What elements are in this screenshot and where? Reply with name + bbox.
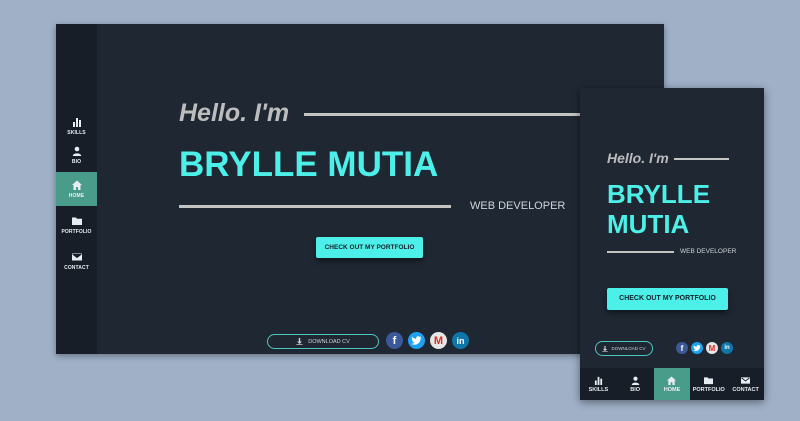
bird-icon: [411, 336, 422, 345]
greeting: Hello. I'm: [607, 150, 669, 166]
bottom-nav-item-skills[interactable]: SKILLS: [580, 368, 617, 400]
home-icon: [667, 375, 677, 385]
role-title: WEB DEVELOPER: [680, 248, 737, 255]
download-cv-label: DOWNLOAD CV: [308, 338, 350, 345]
mobile-preview: Hello. I'm BRYLLE MUTIA WEB DEVELOPER CH…: [580, 88, 764, 400]
bird-icon: [693, 344, 701, 352]
portfolio-button[interactable]: CHECK OUT MY PORTFOLIO: [607, 288, 728, 310]
bottom-nav-item-portfolio[interactable]: PORTFOLIO: [690, 368, 727, 400]
role-divider: [607, 251, 674, 253]
sidebar-item-label: PORTFOLIO: [61, 228, 92, 235]
person-icon: [72, 146, 81, 156]
greeting: Hello. I'm: [179, 99, 290, 127]
mail-icon: [741, 376, 751, 384]
person-icon: [631, 376, 639, 385]
bottom-nav-item-contact[interactable]: CONTACT: [727, 368, 764, 400]
sidebar-item-label: HOME: [68, 192, 85, 199]
home-icon: [71, 180, 82, 190]
hero-name: BRYLLE MUTIA: [179, 145, 439, 184]
linkedin-icon[interactable]: in: [721, 342, 733, 354]
twitter-icon[interactable]: [691, 342, 703, 354]
sidebar-item-label: CONTACT: [64, 264, 89, 271]
bar-chart-icon: [594, 376, 602, 385]
sidebar-item-contact[interactable]: CONTACT: [56, 244, 97, 278]
mail-icon: [71, 253, 82, 260]
gmail-icon[interactable]: M: [430, 332, 447, 349]
sidebar: SKILLS BIO HOME PORTFOLIO CONTACT: [56, 24, 97, 354]
hero-name-line: BRYLLE: [607, 179, 711, 209]
gmail-icon[interactable]: M: [706, 342, 718, 354]
sidebar-item-label: BIO: [71, 158, 82, 165]
bottom-nav-item-home[interactable]: HOME: [653, 368, 691, 400]
twitter-icon[interactable]: [408, 332, 425, 349]
bottom-nav-label: SKILLS: [588, 386, 609, 393]
download-cv-button[interactable]: DOWNLOAD CV: [267, 334, 379, 349]
bottom-nav-label: BIO: [630, 386, 641, 393]
folder-icon: [704, 376, 714, 384]
portfolio-button[interactable]: CHECK OUT MY PORTFOLIO: [316, 237, 423, 258]
sidebar-item-label: SKILLS: [67, 129, 86, 136]
desktop-preview: SKILLS BIO HOME PORTFOLIO CONTACT Hello.…: [56, 24, 664, 354]
bottom-nav-label: PORTFOLIO: [692, 386, 725, 393]
greeting-divider: [674, 158, 729, 160]
download-cv-label: DOWNLOAD CV: [611, 346, 646, 351]
bar-chart-icon: [72, 117, 81, 127]
facebook-icon[interactable]: f: [386, 332, 403, 349]
role-divider: [179, 205, 451, 208]
bottom-nav-label: HOME: [663, 386, 681, 393]
download-icon: [296, 338, 303, 345]
bottom-nav-item-bio[interactable]: BIO: [617, 368, 654, 400]
folder-icon: [71, 217, 82, 225]
linkedin-icon[interactable]: in: [452, 332, 469, 349]
sidebar-item-portfolio[interactable]: PORTFOLIO: [56, 208, 97, 242]
sidebar-item-bio[interactable]: BIO: [56, 138, 97, 172]
download-icon: [602, 345, 609, 352]
sidebar-item-home[interactable]: HOME: [56, 172, 97, 206]
hero-name: BRYLLE MUTIA: [607, 179, 710, 239]
bottom-nav: SKILLS BIO HOME PORTFOLIO CONTACT: [580, 368, 764, 400]
facebook-icon[interactable]: f: [676, 342, 688, 354]
role-title: WEB DEVELOPER: [470, 200, 566, 212]
download-cv-button[interactable]: DOWNLOAD CV: [595, 341, 653, 356]
bottom-nav-label: CONTACT: [732, 386, 759, 393]
hero-name-line: MUTIA: [607, 209, 690, 239]
